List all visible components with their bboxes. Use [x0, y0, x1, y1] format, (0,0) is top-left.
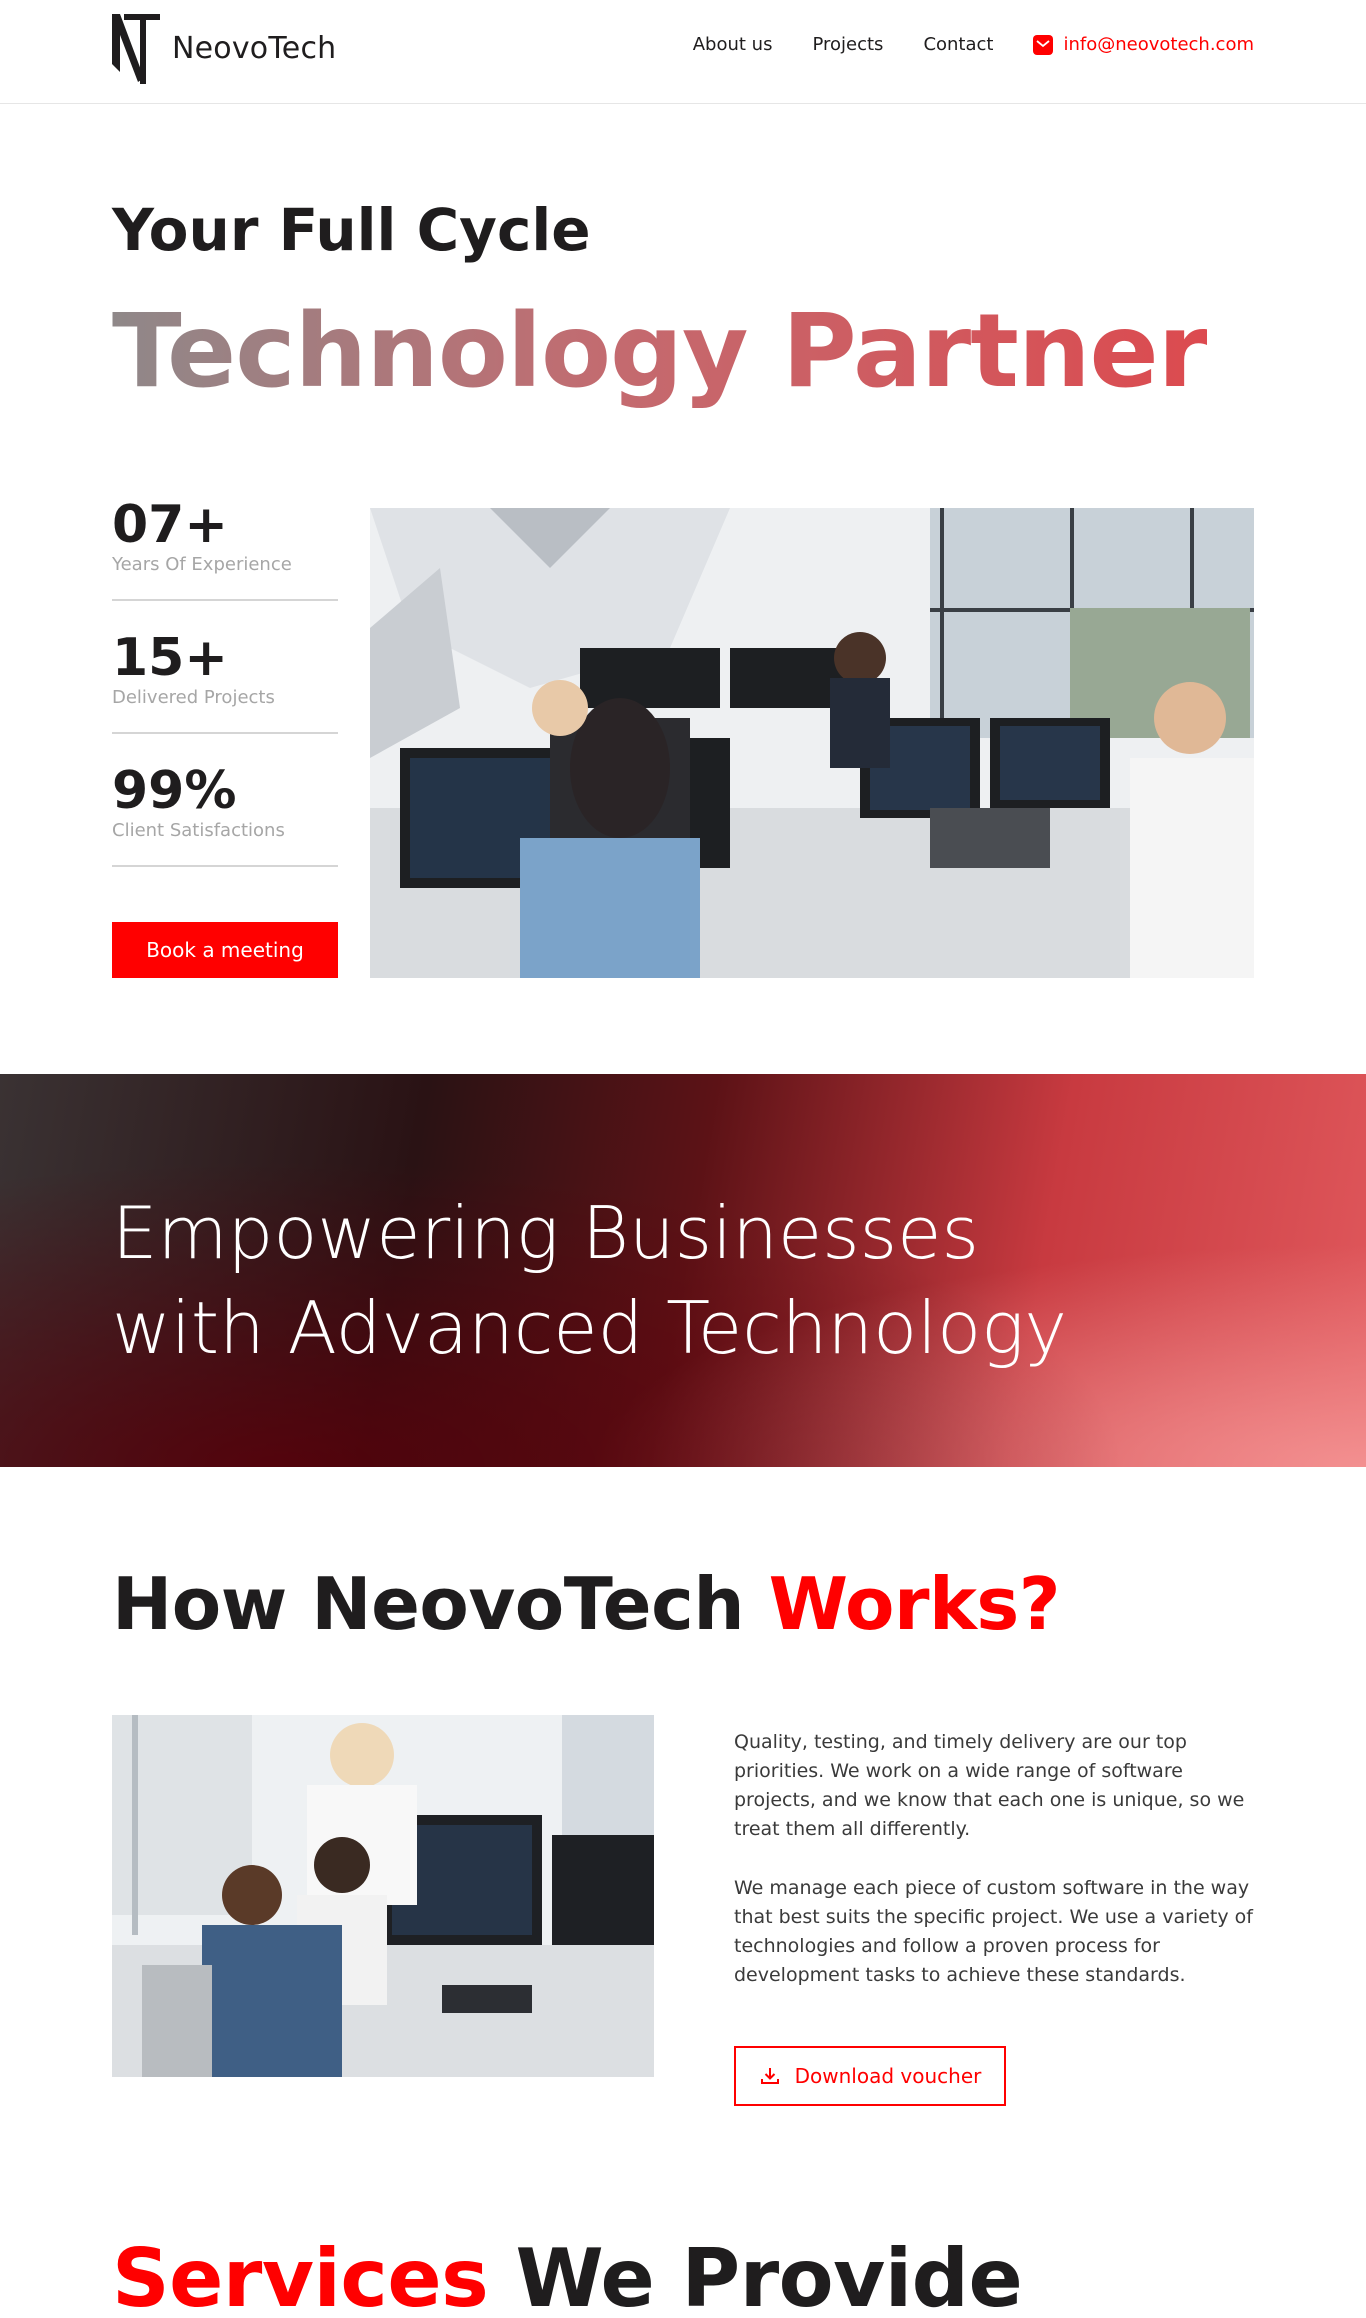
- stat-value: 15+: [112, 628, 228, 688]
- nav-email-link[interactable]: info@neovotech.com: [1033, 34, 1254, 55]
- banner-line-1: Empowering Businesses: [112, 1191, 979, 1275]
- nav-projects[interactable]: Projects: [812, 34, 883, 55]
- services-title-accent: Services: [112, 2232, 489, 2318]
- nav-about-us[interactable]: About us: [693, 34, 773, 55]
- main-nav: About us Projects Contact info@neovotech…: [693, 34, 1254, 55]
- stat-satisfaction: 99% Client Satisfactions: [112, 734, 338, 867]
- hero-subtitle: Your Full Cycle: [112, 196, 591, 264]
- stat-projects: 15+ Delivered Projects: [112, 601, 338, 734]
- how-section-title: How NeovoTech Works?: [112, 1562, 1060, 1646]
- stat-label: Client Satisfactions: [112, 820, 285, 841]
- how-title-start: How NeovoTech: [112, 1562, 769, 1646]
- stat-value: 99%: [112, 761, 237, 821]
- how-title-accent: Works?: [768, 1562, 1061, 1646]
- services-title-end: We Provide: [488, 2232, 1023, 2318]
- banner-line-2: with Advanced Technology: [112, 1286, 1067, 1370]
- stat-value: 07+: [112, 495, 228, 555]
- empowering-banner: Empowering Businesses with Advanced Tech…: [0, 1074, 1366, 1467]
- logo[interactable]: NeovoTech: [112, 12, 336, 84]
- download-icon: [760, 2068, 779, 2084]
- nav-contact[interactable]: Contact: [923, 34, 993, 55]
- email-text: info@neovotech.com: [1063, 34, 1254, 55]
- logo-mark-icon: [112, 14, 160, 84]
- banner-heading: Empowering Businesses with Advanced Tech…: [112, 1186, 1067, 1376]
- brand-name: NeovoTech: [172, 30, 337, 66]
- download-voucher-button[interactable]: Download voucher: [734, 2046, 1006, 2106]
- team-working-photo: [112, 1715, 654, 2077]
- hero-title: Technology Partner: [112, 292, 1208, 411]
- how-description: Quality, testing, and timely delivery ar…: [734, 1728, 1264, 1990]
- download-voucher-label: Download voucher: [794, 2064, 982, 2088]
- office-team-photo: [370, 508, 1254, 978]
- how-paragraph-2: We manage each piece of custom software …: [734, 1877, 1253, 1986]
- mail-icon: [1033, 34, 1054, 55]
- services-section-title: Services We Provide: [112, 2232, 1023, 2318]
- stat-experience: 07+ Years Of Experience: [112, 494, 338, 601]
- book-meeting-button[interactable]: Book a meeting: [112, 922, 338, 978]
- site-header: NeovoTech About us Projects Contact info…: [0, 0, 1366, 104]
- stats-list: 07+ Years Of Experience 15+ Delivered Pr…: [112, 494, 338, 867]
- stat-label: Delivered Projects: [112, 687, 275, 708]
- office-photo-illustration: [370, 508, 1254, 978]
- stat-label: Years Of Experience: [112, 554, 292, 575]
- team-photo-illustration: [112, 1715, 654, 2077]
- how-paragraph-1: Quality, testing, and timely delivery ar…: [734, 1731, 1245, 1840]
